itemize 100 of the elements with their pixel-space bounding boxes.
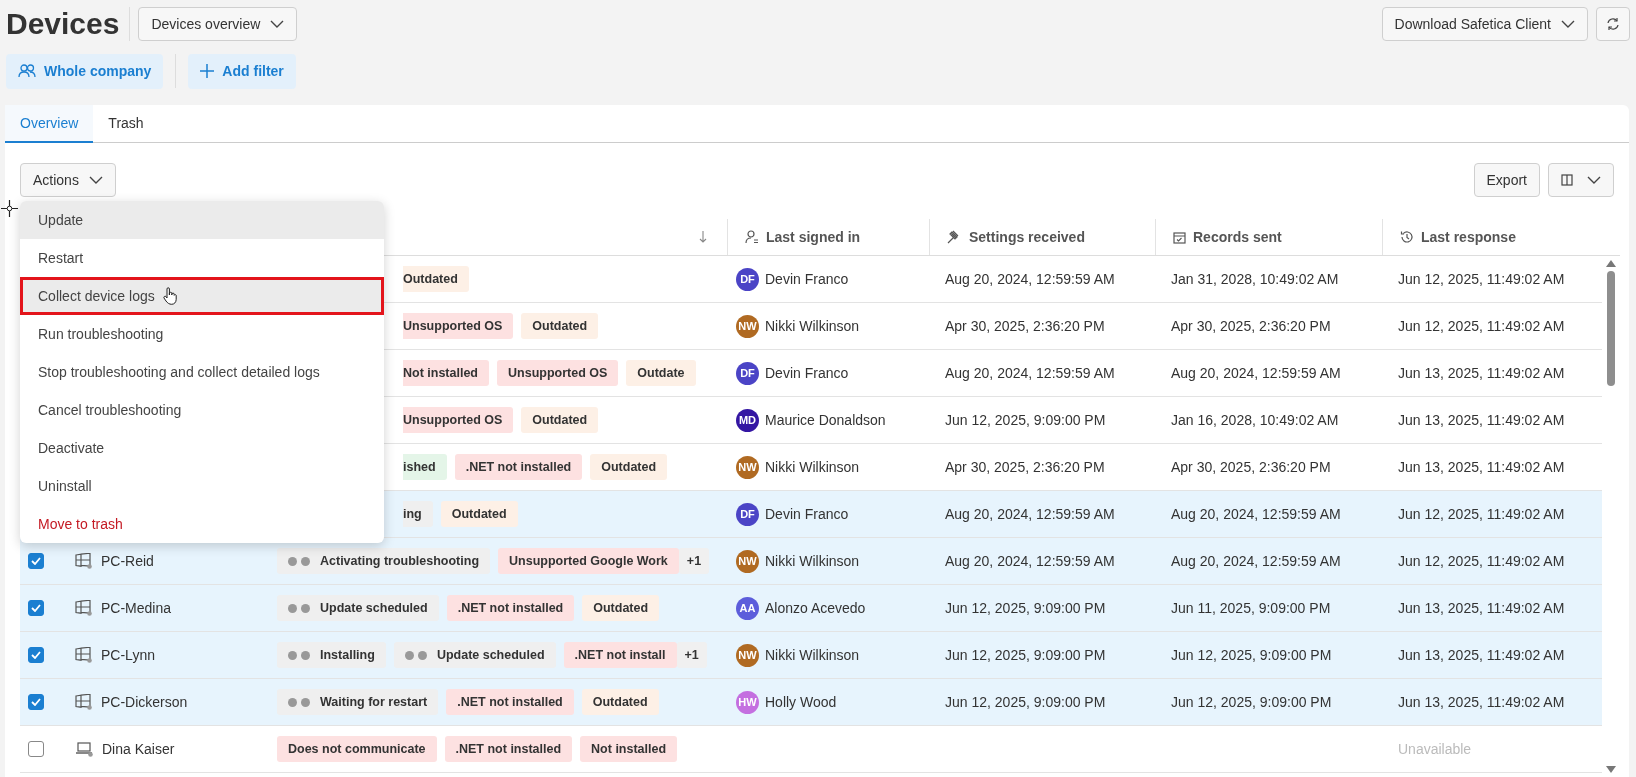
table-cell: Jun 13, 2025, 11:49:02 AM [1398,647,1565,663]
status-tag: .NET not installed [446,595,575,621]
whole-company-button[interactable]: Whole company [6,53,164,89]
status-tag: .NET not install [563,642,677,668]
menu-item[interactable]: Stop troubleshooting and collect detailed logs [20,353,384,391]
user-avatar: DF [736,361,759,385]
export-button[interactable]: Export [1473,163,1540,197]
checkbox[interactable] [28,600,44,616]
table-cell: Jun 12, 2025, 11:49:02 AM [1398,318,1565,334]
user-avatar: DF [736,267,759,291]
user-name[interactable]: Maurice Donaldson [765,412,886,428]
hand-cursor-icon [162,287,177,305]
status-tag: Outdated [440,501,518,527]
laptop-icon [75,741,94,757]
page-title: Devices [6,7,131,41]
column-header[interactable]: Last signed in [728,219,930,255]
device-name[interactable]: PC-Lynn [101,647,155,663]
sort-down-icon[interactable] [699,231,707,243]
add-filter-button[interactable]: Add filter [188,53,296,89]
scroll-up-icon[interactable] [1606,260,1616,267]
column-header[interactable]: Records sent [1156,219,1383,255]
table-cell: Jun 12, 2025, 9:09:00 PM [1171,647,1332,663]
table-cell: Unavailable [1398,741,1472,757]
status-tag: Update scheduled [393,642,556,668]
chevron-down-icon [1587,175,1601,185]
history-icon [1400,230,1414,244]
table-row[interactable]: Dina Kaiser Does not communicate .NET not installed Not installed Unavailable [20,726,1602,773]
table-cell: Jun 12, 2025, 9:09:00 PM [945,694,1106,710]
status-tag: Outdated [590,454,668,480]
windows-device-icon [75,647,93,663]
download-button[interactable]: Download Safetica Client [1381,7,1588,41]
refresh-icon [1606,17,1620,31]
device-name[interactable]: Dina Kaiser [102,741,175,757]
status-tag: +1 [676,642,707,668]
table-cell: Jun 12, 2025, 11:49:02 AM [1398,506,1565,522]
table-row[interactable]: PC-Reid Activating troubleshooting Unsupported Google Work +1 NW Nikki Wilkinson Aug 20, 2024, 12:59:59 AM Aug 20, 2024, 12:59:59 AM Jun 12, 2025, 11:49:02 AM [20,538,1602,585]
view-dropdown[interactable]: Devices overview [138,7,298,41]
table-row[interactable]: PC-Dickerson Waiting for restart .NET not installed Outdated HW Holly Wood Jun 12, 2025, 9:09:00 PM Jun 12, 2025, 9:09:00 PM Jun 13, 2025, 11:49:02 AM [20,679,1602,726]
table-cell: Jan 16, 2028, 10:49:02 AM [1171,412,1339,428]
columns-button[interactable] [1548,163,1614,197]
checkbox[interactable] [28,741,44,757]
tab[interactable]: Trash [93,105,159,143]
menu-item[interactable]: Run troubleshooting [20,315,384,353]
checkbox[interactable] [28,647,44,663]
table-cell: Aug 20, 2024, 12:59:59 AM [1171,553,1341,569]
columns-icon [1561,174,1573,186]
windows-device-icon [75,553,93,569]
user-name[interactable]: Devin Franco [765,365,849,381]
status-tag: +1 [678,548,710,574]
status-tag: Unsupported OS [403,313,514,339]
user-name[interactable]: Devin Franco [765,506,849,522]
status-tag: ing [403,501,433,527]
user-name[interactable]: Holly Wood [765,694,837,710]
user-name[interactable]: Nikki Wilkinson [765,459,860,475]
user-name[interactable]: Nikki Wilkinson [765,647,860,663]
table-cell: Aug 20, 2024, 12:59:59 AM [945,365,1115,381]
user-avatar: NW [736,455,759,479]
table-cell: Aug 20, 2024, 12:59:59 AM [945,506,1115,522]
refresh-button[interactable] [1596,7,1630,41]
checkbox[interactable] [28,553,44,569]
status-tag: .NET not installed [454,454,583,480]
check-icon [31,604,41,612]
user-avatar: MD [736,408,759,432]
table-cell: Aug 20, 2024, 12:59:59 AM [945,271,1115,287]
check-icon [31,557,41,565]
status-tag: Not installed [403,360,489,386]
column-header[interactable]: Last response [1383,219,1602,255]
checkbox[interactable] [28,694,44,710]
table-cell: Aug 20, 2024, 12:59:59 AM [1171,365,1341,381]
user-name[interactable]: Nikki Wilkinson [765,318,860,334]
menu-item[interactable]: Collect device logs [20,277,384,315]
status-tag: Unsupported OS [497,360,619,386]
menu-item[interactable]: Update [20,201,384,239]
table-cell: Jun 13, 2025, 11:49:02 AM [1398,694,1565,710]
scroll-down-icon[interactable] [1606,766,1616,773]
check-icon [31,651,41,659]
status-tag: .NET not installed [444,736,573,762]
table-cell: Jun 12, 2025, 9:09:00 PM [1171,694,1332,710]
user-name[interactable]: Alonzo Acevedo [765,600,866,616]
status-tag: Unsupported OS [403,407,514,433]
user-name[interactable]: Devin Franco [765,271,849,287]
user-avatar: NW [736,643,759,667]
table-cell: Jun 11, 2025, 9:09:00 PM [1171,600,1331,616]
windows-device-icon [75,694,93,710]
chevron-down-icon [88,175,103,185]
column-header[interactable]: Settings received [930,219,1156,255]
device-name[interactable]: PC-Dickerson [101,694,188,710]
user-avatar: AA [736,596,759,620]
table-cell: Jun 13, 2025, 11:49:02 AM [1398,365,1565,381]
device-name[interactable]: PC-Reid [101,553,154,569]
scrollbar-thumb[interactable] [1607,271,1615,386]
tab[interactable]: Overview [5,105,94,143]
status-tag: Waiting for restart [277,689,439,715]
actions-button[interactable]: Actions [20,163,116,197]
table-row[interactable]: PC-Medina Update scheduled .NET not installed Outdated AA Alonzo Acevedo Jun 12, 2025, 9:09:00 PM Jun 11, 2025, 9:09:00 PM Jun 13, 2025, 11:49:02 AM [20,585,1602,632]
user-name[interactable]: Nikki Wilkinson [765,553,860,569]
status-tag: Not installed [580,736,678,762]
table-cell: Apr 30, 2025, 2:36:20 PM [1171,459,1331,475]
device-name[interactable]: PC-Medina [101,600,172,616]
table-row[interactable]: PC-Lynn Installing Update scheduled .NET not install +1 NW Nikki Wilkinson Jun 12, 2025, 9:09:00 PM Jun 12, 2025, 9:09:00 PM Jun 13, 2025, 11:49:02 AM [20,632,1602,679]
